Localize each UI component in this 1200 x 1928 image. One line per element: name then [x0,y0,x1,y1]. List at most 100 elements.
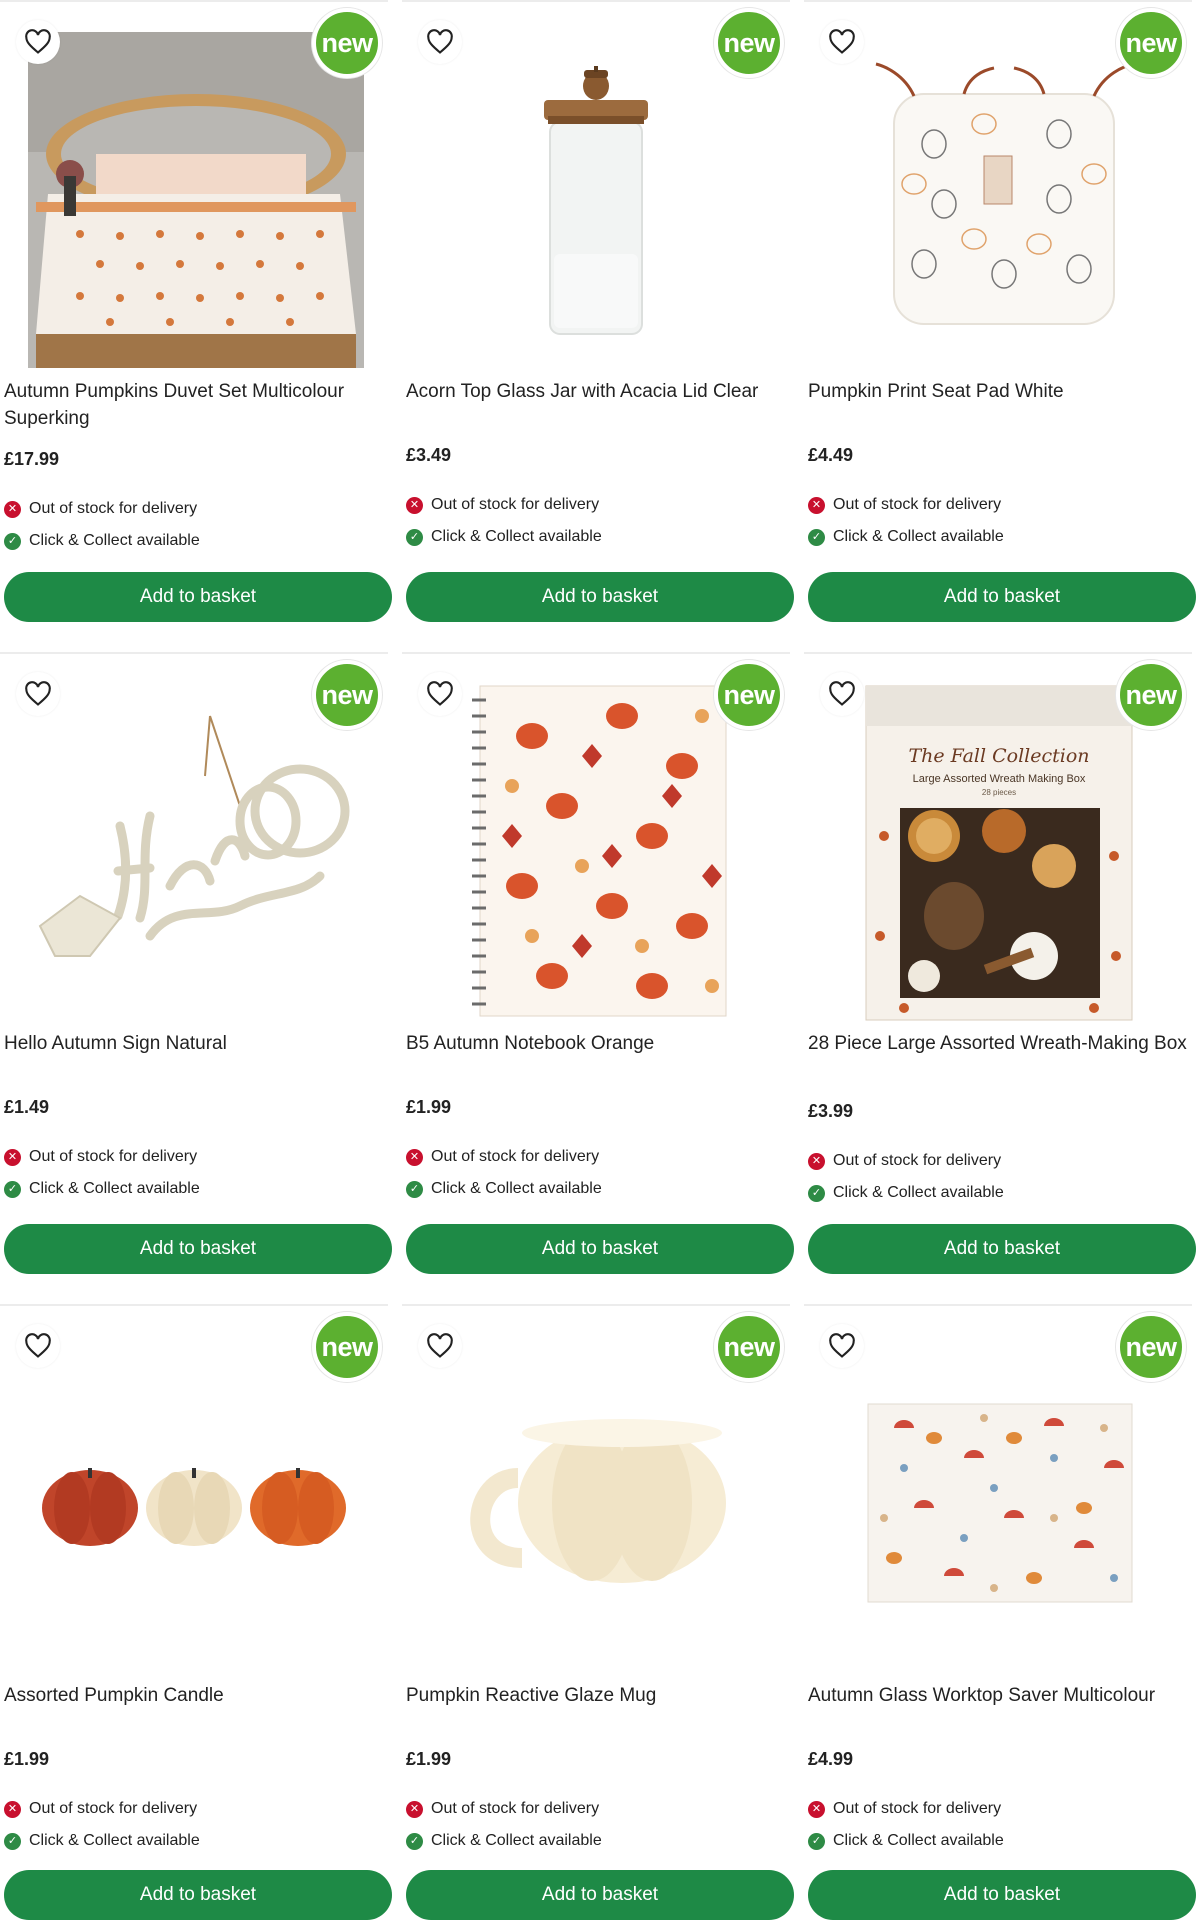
collect-status: ✓ Click & Collect available [808,1832,1004,1850]
add-to-basket-button[interactable]: Add to basket [406,1224,794,1274]
new-badge: new [312,660,382,730]
add-to-basket-button[interactable]: Add to basket [4,572,392,622]
cross-circle-icon: ✕ [808,496,825,514]
collect-status-text: Click & Collect available [29,1180,200,1197]
product-price: £1.99 [406,1097,452,1117]
check-circle-icon: ✓ [4,1180,21,1198]
delivery-status: ✕ Out of stock for delivery [808,1152,1001,1170]
delivery-status-text: Out of stock for delivery [833,1800,1002,1817]
collect-status: ✓ Click & Collect available [808,528,1004,546]
add-to-basket-button[interactable]: Add to basket [406,572,794,622]
delivery-status-text: Out of stock for delivery [29,1800,198,1817]
new-badge: new [312,1312,382,1382]
product-title[interactable]: Autumn Glass Worktop Saver Multicolour [808,1682,1188,1709]
heart-outline-icon [427,29,453,54]
product-card: new Autumn Glass Worktop Saver Multicolo… [804,1304,1196,1924]
new-badge: new [714,1312,784,1382]
product-price: £4.99 [808,1749,854,1769]
heart-outline-icon [829,681,855,706]
add-to-basket-button[interactable]: Add to basket [4,1870,392,1920]
card-divider [0,0,388,2]
heart-outline-icon [829,29,855,54]
delivery-status: ✕ Out of stock for delivery [808,496,1001,514]
product-title[interactable]: Acorn Top Glass Jar with Acacia Lid Clea… [406,378,786,405]
favourite-button[interactable] [820,1324,864,1368]
card-divider [0,1304,388,1306]
favourite-button[interactable] [418,672,462,716]
product-price: £3.49 [406,445,452,465]
favourite-button[interactable] [418,20,462,64]
card-divider [0,652,388,654]
favourite-button[interactable] [16,20,60,64]
check-circle-icon: ✓ [808,528,825,546]
favourite-button[interactable] [820,672,864,716]
box-subheading: Large Assorted Wreath Making Box [913,773,1086,785]
delivery-status: ✕ Out of stock for delivery [808,1800,1001,1818]
check-circle-icon: ✓ [406,1180,423,1198]
heart-outline-icon [25,29,51,54]
product-price: £1.99 [406,1749,452,1769]
add-to-basket-button[interactable]: Add to basket [4,1224,392,1274]
favourite-button[interactable] [16,672,60,716]
product-card: new Pumpkin Reactive Glaze Mug £1.99 ✕ O… [402,1304,794,1924]
heart-outline-icon [829,1333,855,1358]
product-title[interactable]: Hello Autumn Sign Natural [4,1030,384,1057]
heart-outline-icon [427,681,453,706]
collect-status: ✓ Click & Collect available [4,532,200,550]
delivery-status: ✕ Out of stock for delivery [4,1800,197,1818]
delivery-status-text: Out of stock for delivery [431,1148,600,1165]
card-divider [804,1304,1192,1306]
product-title[interactable]: B5 Autumn Notebook Orange [406,1030,786,1057]
product-price: £3.99 [808,1101,854,1121]
product-card: new Hello Autumn Sign Natural £1.49 ✕ Ou… [0,652,392,1274]
delivery-status-text: Out of stock for delivery [833,496,1002,513]
delivery-status-text: Out of stock for delivery [833,1152,1002,1169]
cross-circle-icon: ✕ [406,1800,423,1818]
new-badge: new [714,8,784,78]
card-divider [804,0,1192,2]
new-badge: new [714,660,784,730]
delivery-status-text: Out of stock for delivery [431,1800,600,1817]
card-divider [402,652,790,654]
collect-status: ✓ Click & Collect available [808,1184,1004,1202]
collect-status-text: Click & Collect available [833,528,1004,545]
box-count: 28 pieces [982,788,1016,797]
cross-circle-icon: ✕ [4,500,21,518]
add-to-basket-button[interactable]: Add to basket [808,1870,1196,1920]
add-to-basket-button[interactable]: Add to basket [808,1224,1196,1274]
product-price: £17.99 [4,449,60,469]
card-divider [402,1304,790,1306]
favourite-button[interactable] [418,1324,462,1368]
product-title[interactable]: Pumpkin Print Seat Pad White [808,378,1188,405]
delivery-status-text: Out of stock for delivery [431,496,600,513]
product-price: £1.99 [4,1749,50,1769]
add-to-basket-button[interactable]: Add to basket [808,572,1196,622]
favourite-button[interactable] [16,1324,60,1368]
collect-status-text: Click & Collect available [833,1184,1004,1201]
delivery-status-text: Out of stock for delivery [29,500,198,517]
product-card: new Autumn Pumpkins Duvet Set Multicolou… [0,0,392,622]
product-title[interactable]: Assorted Pumpkin Candle [4,1682,384,1709]
heart-outline-icon [427,1333,453,1358]
collect-status-text: Click & Collect available [29,1832,200,1849]
new-badge: new [312,8,382,78]
product-title[interactable]: 28 Piece Large Assorted Wreath-Making Bo… [808,1030,1188,1057]
product-title[interactable]: Pumpkin Reactive Glaze Mug [406,1682,786,1709]
collect-status: ✓ Click & Collect available [406,1180,602,1198]
add-to-basket-button[interactable]: Add to basket [406,1870,794,1920]
cross-circle-icon: ✕ [4,1800,21,1818]
collect-status: ✓ Click & Collect available [406,1832,602,1850]
favourite-button[interactable] [820,20,864,64]
collect-status: ✓ Click & Collect available [4,1180,200,1198]
delivery-status: ✕ Out of stock for delivery [4,1148,197,1166]
product-grid: new Autumn Pumpkins Duvet Set Multicolou… [0,0,1200,1928]
collect-status-text: Click & Collect available [431,528,602,545]
product-title[interactable]: Autumn Pumpkins Duvet Set Multicolour Su… [4,378,384,432]
product-card: The Fall Collection Large Assorted Wreat… [804,652,1196,1274]
collect-status-text: Click & Collect available [29,532,200,549]
card-divider [402,0,790,2]
collect-status-text: Click & Collect available [833,1832,1004,1849]
heart-outline-icon [25,1333,51,1358]
cross-circle-icon: ✕ [406,496,423,514]
product-price: £1.49 [4,1097,50,1117]
